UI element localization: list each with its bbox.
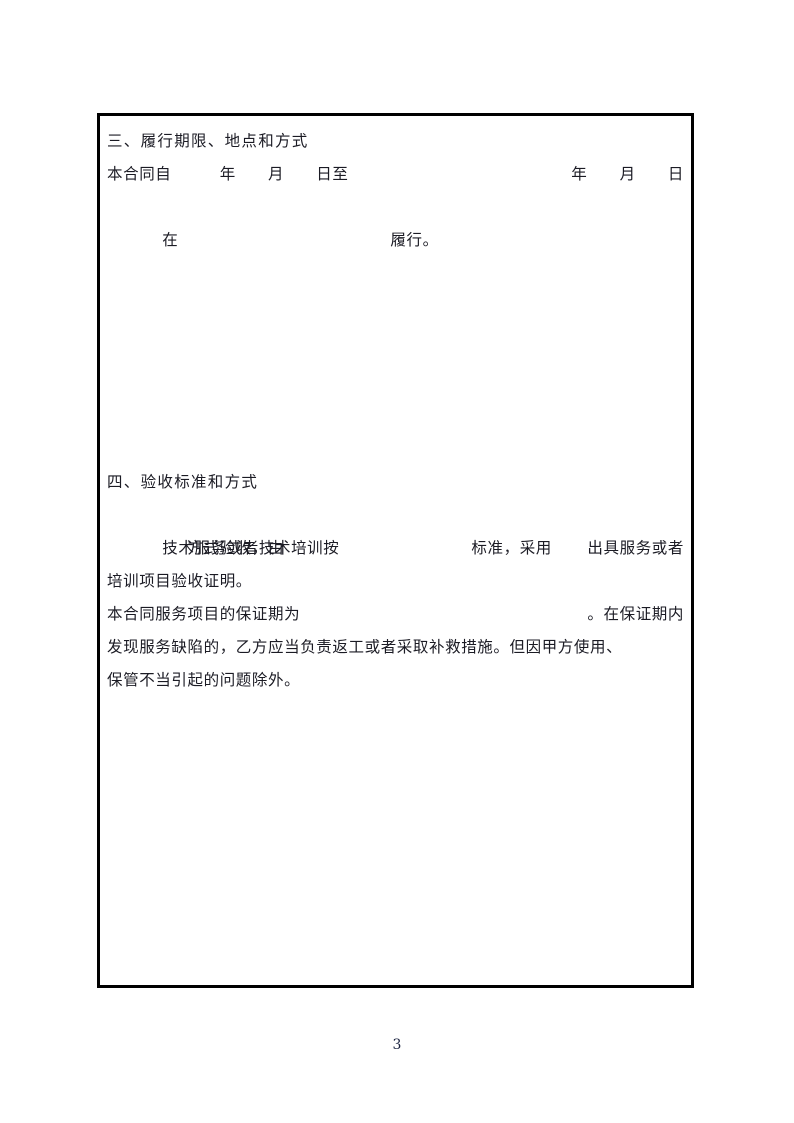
section-three-term-line-left: 本合同自 年 月 日至 — [107, 165, 349, 183]
section-three-heading: 三、履行期限、地点和方式 — [107, 132, 309, 150]
page-number: 3 — [392, 1037, 402, 1053]
section-three-place-line: 在 履行。 — [107, 191, 684, 249]
section-three-term-line-right: 年 月 日 — [571, 165, 684, 183]
section-four-standard-suffix: 标准，采用 — [471, 539, 601, 557]
section-four-heading: 四、验收标准和方式 — [107, 473, 259, 491]
section-three-block: 三、履行期限、地点和方式 本合同自 年 月 日至 年 月 日 在 履行。 — [107, 125, 684, 249]
section-four-standard-line: 技术服务或者技术培训按 标准，采用 — [107, 499, 684, 557]
warranty-defect-line: 发现服务缺陷的，乙方应当负责返工或者采取补救措施。但因甲方使用、 — [107, 638, 623, 656]
warranty-period-suffix: 。在保证期内 — [587, 605, 684, 623]
section-three-place-suffix: 履行。 — [390, 231, 625, 249]
content-body: 三、履行期限、地点和方式 本合同自 年 月 日至 年 月 日 在 履行。 四、验收… — [100, 116, 691, 985]
warranty-period-line: 本合同服务项目的保证期为 。在保证期内 — [107, 598, 684, 631]
warranty-period-prefix: 本合同服务项目的保证期为 — [107, 605, 301, 623]
section-three-place-prefix: 在 — [162, 231, 179, 249]
document-page: 三、履行期限、地点和方式 本合同自 年 月 日至 年 月 日 在 履行。 四、验收… — [0, 0, 794, 1123]
section-three-fill-space — [107, 224, 684, 466]
section-three-term-line: 本合同自 年 月 日至 年 月 日 — [107, 158, 684, 191]
section-four-method-prefix: 方式验收，由 — [107, 539, 285, 557]
content-border-frame: 三、履行期限、地点和方式 本合同自 年 月 日至 年 月 日 在 履行。 四、验收… — [97, 113, 694, 988]
section-four-certificate-line: 培训项目验收证明。 — [107, 572, 252, 590]
section-four-method-suffix: 出具服务或者 — [587, 539, 684, 557]
section-four-block: 四、验收标准和方式 技术服务或者技术培训按 标准，采用 方式验收，由 出具服务或者… — [107, 466, 684, 697]
warranty-exclusion-line: 保管不当引起的问题除外。 — [107, 671, 301, 689]
